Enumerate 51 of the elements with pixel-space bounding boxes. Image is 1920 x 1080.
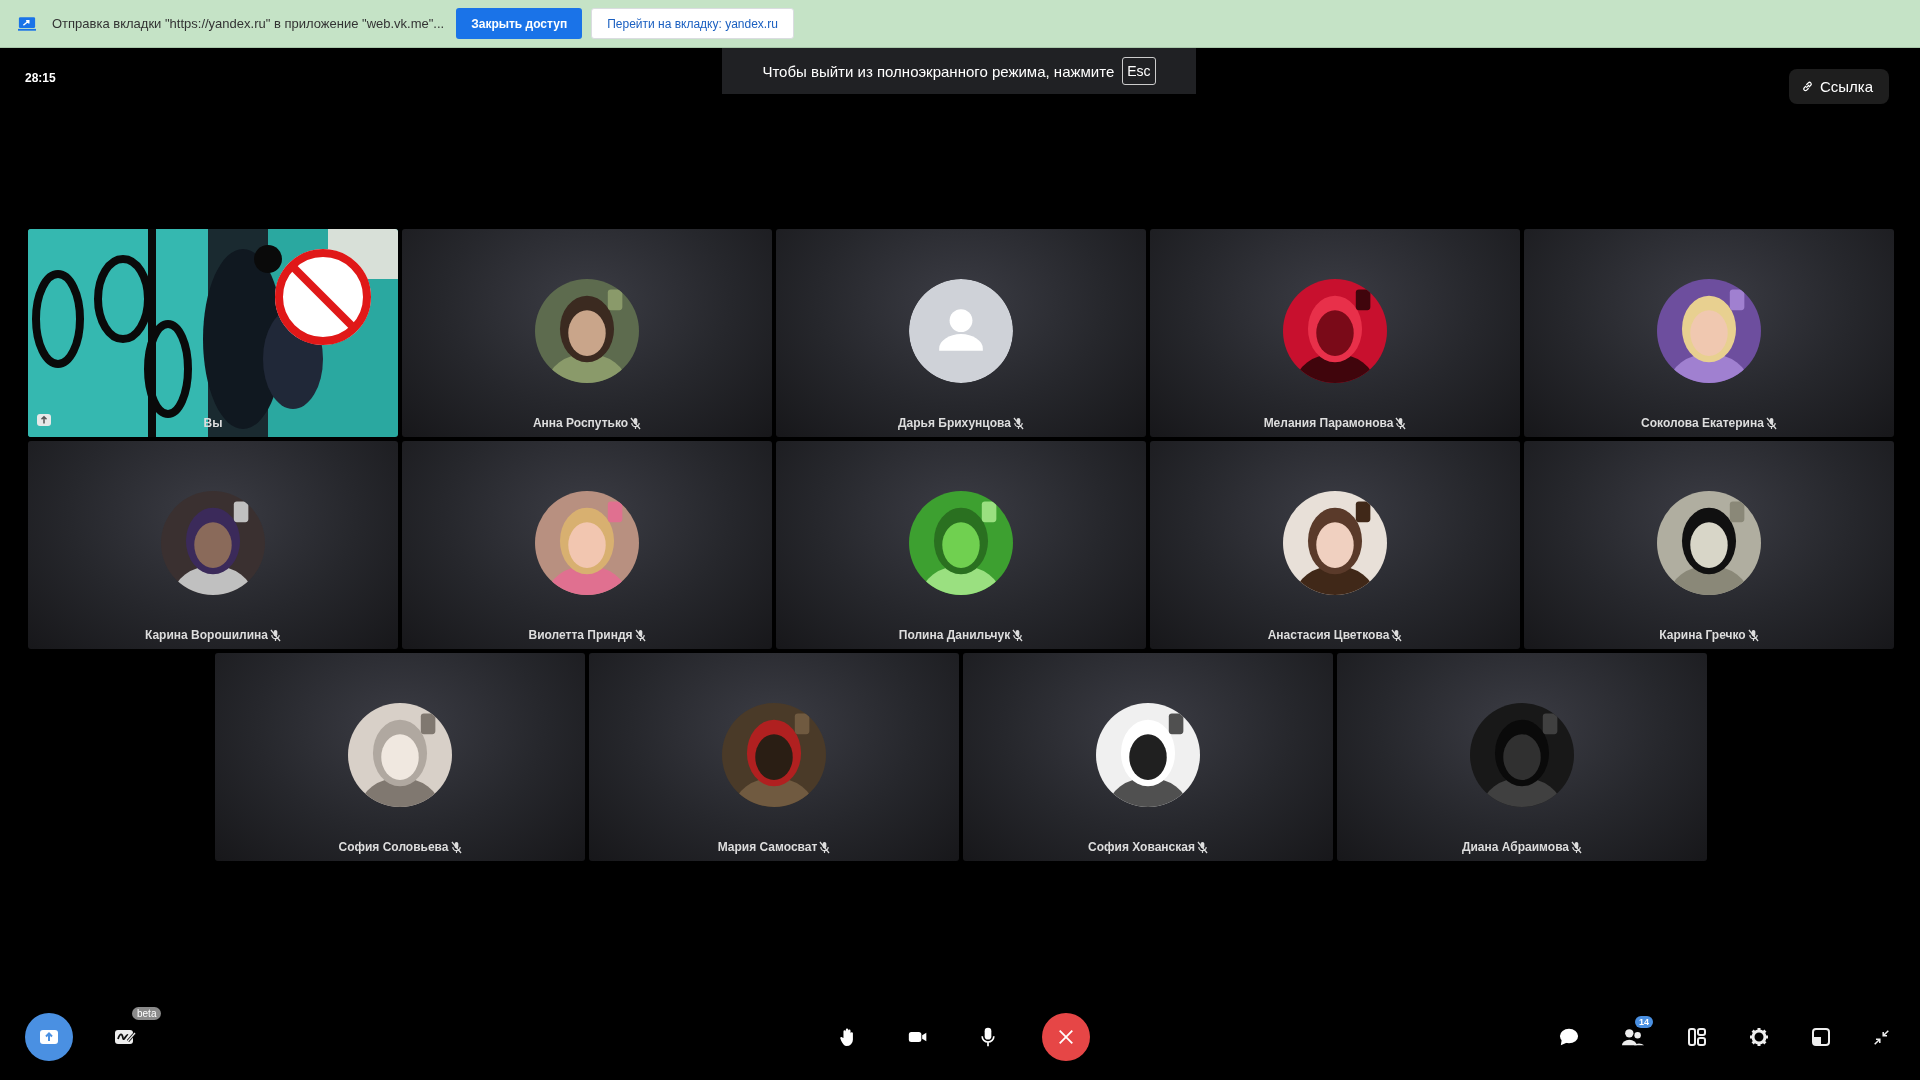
- participant-name: Полина Данильчук: [898, 628, 1011, 642]
- participant-tile[interactable]: Анна Роспутько: [402, 229, 772, 437]
- participant-tile[interactable]: Виолетта Приндя: [402, 441, 772, 649]
- upload-icon: [37, 414, 51, 426]
- stop-sharing-button[interactable]: Закрыть доступ: [456, 8, 583, 39]
- close-icon: [1056, 1028, 1076, 1046]
- participant-tile[interactable]: Анастасия Цветкова: [1150, 441, 1520, 649]
- participant-name: София Хованская: [1088, 840, 1195, 854]
- participant-tile[interactable]: Карина Ворошилина: [28, 441, 398, 649]
- participant-name: Соколова Екатерина: [1641, 416, 1764, 430]
- call-timer: 28:15: [25, 71, 56, 85]
- participant-tile[interactable]: Мелания Парамонова: [1150, 229, 1520, 437]
- participant-name: София Соловьева: [338, 840, 449, 854]
- screen-share-button[interactable]: [25, 1013, 73, 1061]
- end-call-button[interactable]: [1042, 1013, 1090, 1061]
- participant-tile[interactable]: София Соловьева: [215, 653, 585, 861]
- upload-icon: [39, 1028, 59, 1046]
- participant-tile[interactable]: Полина Данильчук: [776, 441, 1146, 649]
- share-message: Отправка вкладки "https://yandex.ru" в приложение "web.vk.me"...: [52, 16, 445, 31]
- beta-badge: beta: [132, 1007, 162, 1020]
- participant-name: Диана Абраимова: [1461, 840, 1570, 854]
- link-button[interactable]: Ссылка: [1788, 68, 1889, 104]
- participant-name: Мария Самосват: [717, 840, 818, 854]
- hint-text: Чтобы выйти из полноэкранного режима, нажмите: [762, 62, 1115, 80]
- exit-fullscreen-icon[interactable]: [1873, 1028, 1890, 1046]
- participant-tile[interactable]: Соколова Екатерина: [1524, 229, 1894, 437]
- participant-name: Мелания Парамонова: [1263, 416, 1394, 430]
- participant-name: Анна Роспутько: [532, 416, 629, 430]
- default-avatar-icon: [909, 279, 1013, 383]
- whiteboard-icon[interactable]: [114, 1028, 136, 1046]
- participant-tile[interactable]: Мария Самосват: [589, 653, 959, 861]
- participants-count-badge: 14: [1635, 1016, 1653, 1028]
- participant-tile[interactable]: София Хованская: [963, 653, 1333, 861]
- microphone-icon[interactable]: [978, 1027, 998, 1047]
- share-screen-icon: [18, 16, 36, 31]
- settings-icon[interactable]: [1749, 1027, 1769, 1047]
- participant-name: Анастасия Цветкова: [1267, 628, 1390, 642]
- participant-name: Карина Гречко: [1659, 628, 1746, 642]
- participant-name: Карина Ворошилина: [144, 628, 269, 642]
- chat-icon[interactable]: [1559, 1027, 1579, 1047]
- participant-tile[interactable]: Дарья Брихунцова: [776, 229, 1146, 437]
- participant-tile[interactable]: Диана Абраимова: [1337, 653, 1707, 861]
- link-icon: [1800, 79, 1814, 93]
- go-to-tab-button[interactable]: Перейти на вкладку: yandex.ru: [591, 8, 794, 39]
- layout-icon[interactable]: [1687, 1027, 1707, 1047]
- picture-in-picture-icon[interactable]: [1811, 1027, 1831, 1047]
- participant-name: Виолетта Приндя: [528, 628, 633, 642]
- participant-tile[interactable]: Карина Гречко: [1524, 441, 1894, 649]
- participants-icon[interactable]: [1621, 1027, 1645, 1047]
- participant-name: Дарья Брихунцова: [898, 416, 1011, 430]
- esc-key: Esc: [1122, 57, 1156, 85]
